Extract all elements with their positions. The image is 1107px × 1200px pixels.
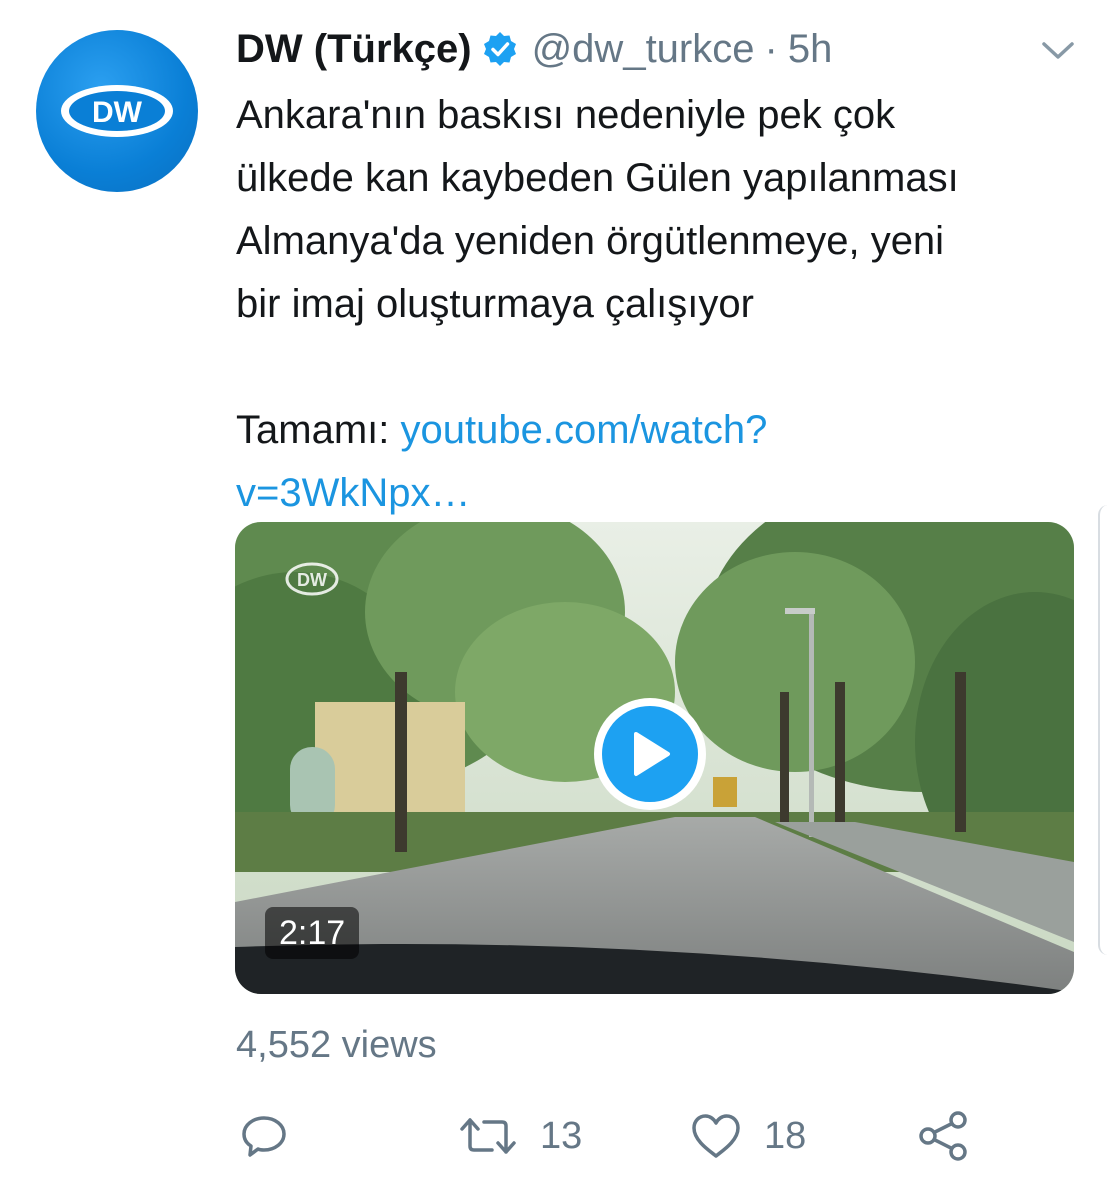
watermark-text: DW — [297, 570, 327, 590]
author-name[interactable]: DW (Türkçe) — [236, 27, 472, 72]
like-count: 18 — [764, 1114, 807, 1157]
tweet-text-line: ülkede kan kaybeden Gülen yapılanması — [236, 156, 959, 200]
tweet-text-line: Almanya'da yeniden örgütlenmeye, yeni — [236, 219, 945, 263]
separator-dot: · — [764, 26, 778, 71]
dw-logo: DW — [61, 85, 173, 137]
avatar[interactable]: DW — [36, 30, 198, 192]
tweet-text-line: Ankara'nın baskısı nedeniyle pek çok — [236, 93, 896, 137]
tweet-text: Ankara'nın baskısı nedeniyle pek çok ülk… — [236, 84, 1076, 525]
retweet-icon — [460, 1118, 516, 1154]
share-button[interactable] — [918, 1106, 970, 1166]
chevron-down-icon[interactable] — [1040, 36, 1076, 64]
youtube-link[interactable]: youtube.com/watch? — [400, 408, 767, 452]
dw-watermark-icon: DW — [285, 562, 339, 596]
video-duration: 2:17 — [265, 907, 360, 959]
tweet-timestamp[interactable]: 5h — [788, 27, 833, 72]
action-bar: 13 18 — [0, 1106, 1107, 1166]
retweet-button[interactable]: 13 — [458, 1106, 582, 1166]
youtube-link-continued[interactable]: v=3WkNpx… — [236, 471, 471, 515]
avatar-text: DW — [92, 96, 143, 129]
tweet-text-line: bir imaj oluşturmaya çalışıyor — [236, 282, 754, 326]
author-handle[interactable]: @dw_turkce — [532, 27, 755, 72]
share-icon — [919, 1111, 967, 1161]
tweet-header: DW (Türkçe) @dw_turkce · 5h — [236, 24, 832, 74]
heart-icon — [692, 1114, 740, 1158]
edge-indicator — [1098, 505, 1107, 955]
link-prefix: Tamamı: — [236, 408, 401, 452]
verified-badge-icon — [482, 31, 518, 67]
like-button[interactable]: 18 — [690, 1106, 806, 1166]
video-player[interactable]: DW 2:17 — [235, 522, 1074, 994]
play-icon — [602, 706, 698, 802]
reply-button[interactable] — [240, 1106, 288, 1166]
play-button[interactable] — [594, 698, 706, 810]
view-count: 4,552 views — [236, 1024, 437, 1066]
reply-icon — [242, 1116, 286, 1157]
retweet-count: 13 — [540, 1114, 583, 1157]
